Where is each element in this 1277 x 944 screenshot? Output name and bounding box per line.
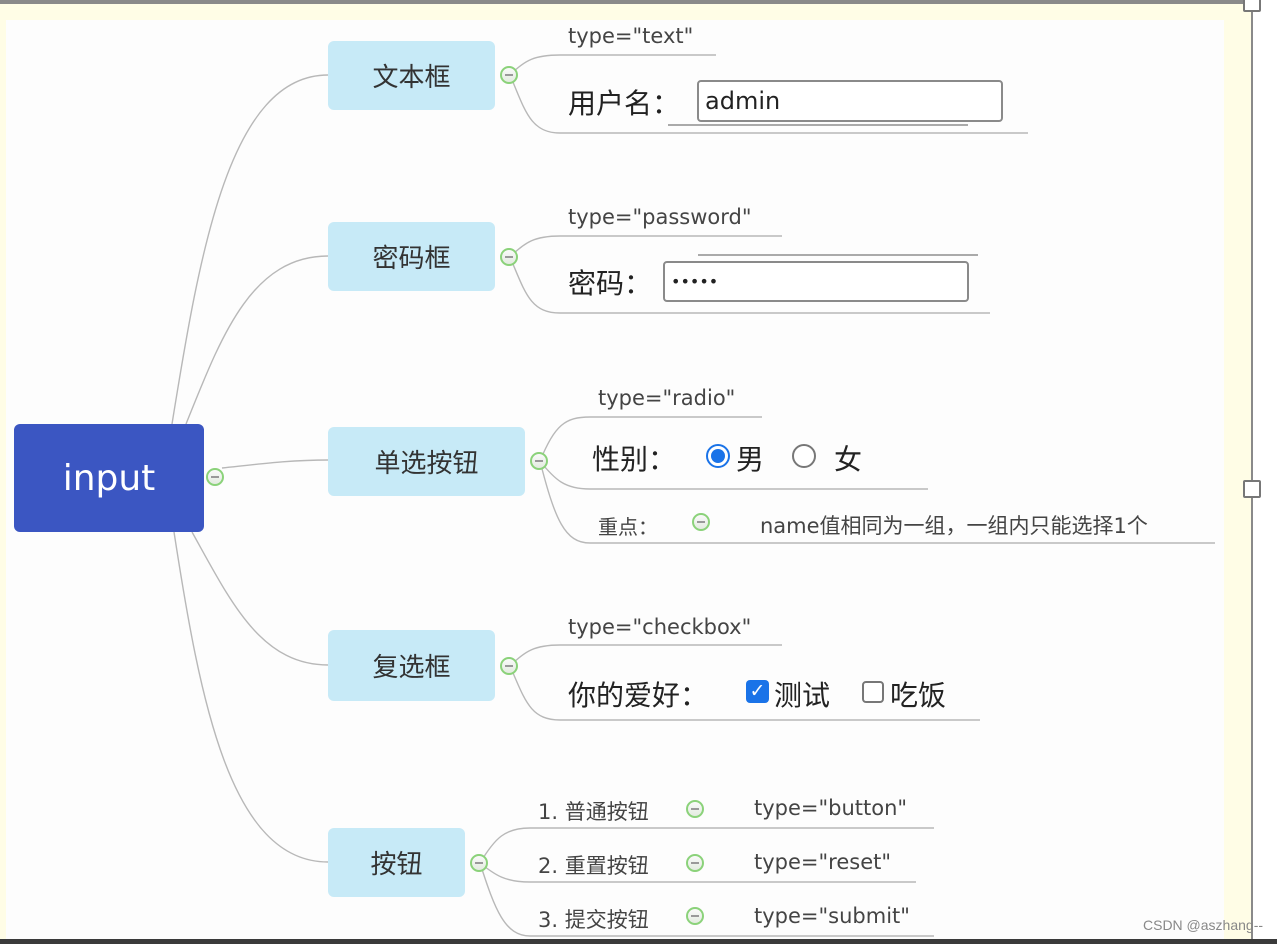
collapse-toggle-button-item-1[interactable] (686, 800, 704, 818)
button-item-type: type="submit" (754, 904, 910, 928)
link-password-type (509, 235, 782, 258)
hobby-label: 你的爱好： (568, 679, 709, 712)
watermark: CSDN @aszhang-- (1143, 917, 1264, 933)
type-note-checkbox: type="checkbox" (568, 615, 752, 639)
root-label: input (62, 457, 156, 499)
type-note-password: type="password" (568, 205, 752, 229)
button-item-label: 3. 提交按钮 (538, 908, 649, 932)
checkbox-eating-label: 吃饭 (890, 679, 947, 712)
link-textbox-type (509, 54, 716, 76)
branch-label: 按钮 (370, 850, 423, 880)
branch-node-textbox[interactable]: 文本框 (328, 41, 495, 110)
collapse-toggle-button-item-3[interactable] (686, 907, 704, 925)
link-root-radio (221, 459, 329, 469)
username-label: 用户名： (568, 87, 681, 120)
radio-female[interactable] (792, 444, 816, 468)
type-note-text: type="text" (568, 24, 694, 48)
link-root-button (173, 531, 329, 863)
radio-male[interactable] (706, 444, 730, 468)
branch-node-password[interactable]: 密码框 (328, 222, 495, 291)
collapse-toggle-textbox[interactable] (500, 66, 518, 84)
collapse-toggle-password[interactable] (500, 248, 518, 266)
branch-label: 复选框 (372, 653, 451, 683)
button-item-label: 1. 普通按钮 (538, 800, 649, 824)
branch-label: 单选按钮 (374, 449, 479, 479)
collapse-toggle-button-item-2[interactable] (686, 854, 704, 872)
root-node[interactable]: input (14, 424, 204, 532)
checkbox-eating[interactable] (862, 681, 884, 703)
key-point-label: 重点： (598, 515, 658, 539)
link-checkbox-type (509, 644, 782, 667)
gender-label: 性别： (592, 443, 677, 476)
link-root-checkbox (191, 531, 329, 666)
key-point-text: name值相同为一组，一组内只能选择1个 (760, 514, 1148, 538)
collapse-toggle-button[interactable] (470, 854, 488, 872)
branch-node-radio[interactable]: 单选按钮 (328, 427, 525, 496)
collapse-toggle-checkbox[interactable] (500, 657, 518, 675)
type-note-radio: type="radio" (598, 386, 736, 410)
branch-label: 文本框 (372, 63, 451, 93)
username-value: admin (705, 87, 781, 115)
window-bottom-edge (0, 939, 1277, 944)
checkbox-testing[interactable]: ✓ (746, 680, 769, 703)
button-item-label: 2. 重置按钮 (538, 854, 649, 878)
username-input[interactable]: admin (697, 80, 1003, 122)
branch-label: 密码框 (372, 244, 451, 274)
radio-female-label: 女 (834, 443, 863, 476)
radio-male-label: 男 (736, 443, 765, 476)
password-input[interactable]: ••••• (663, 261, 969, 302)
collapse-toggle-root[interactable] (206, 468, 224, 486)
branch-node-checkbox[interactable]: 复选框 (328, 630, 495, 701)
branch-node-button[interactable]: 按钮 (328, 828, 465, 897)
link-root-password (185, 255, 329, 425)
check-icon: ✓ (749, 680, 766, 702)
collapse-toggle-radio[interactable] (530, 452, 548, 470)
password-value: ••••• (671, 272, 719, 291)
checkbox-testing-label: 测试 (774, 679, 831, 712)
link-root-textbox (171, 74, 329, 425)
button-item-type: type="button" (754, 796, 908, 820)
collapse-toggle-keypoint[interactable] (692, 513, 710, 531)
button-item-type: type="reset" (754, 850, 892, 874)
password-label: 密码： (568, 267, 653, 300)
